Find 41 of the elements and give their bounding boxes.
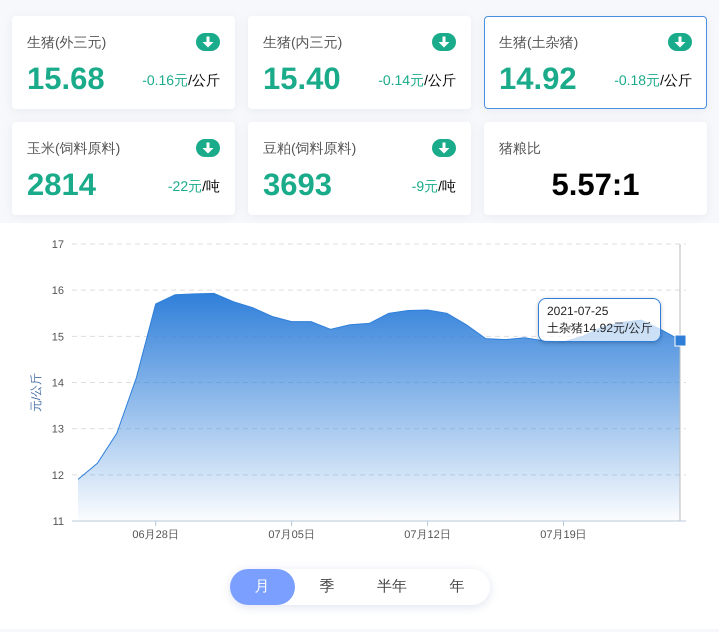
y-axis-label: 15 — [52, 331, 64, 344]
card-title: 猪粮比 — [499, 138, 541, 158]
price-change: -0.16元/公斤 — [142, 71, 220, 90]
y-axis-label: 14 — [52, 378, 64, 390]
period-tab[interactable]: 季 — [294, 569, 360, 605]
y-axis-label: 13 — [52, 424, 64, 436]
y-axis-label: 17 — [52, 239, 64, 251]
period-tab[interactable]: 年 — [424, 569, 490, 605]
y-axis-label: 12 — [52, 470, 64, 482]
x-axis-label: 06月28日 — [132, 529, 179, 541]
card-title: 生猪(外三元) — [27, 32, 106, 52]
price-card[interactable]: 生猪(内三元) 15.40 -0.14元/公斤 — [248, 16, 471, 109]
price-card[interactable]: 生猪(土杂猪) 14.92 -0.18元/公斤 — [484, 16, 707, 109]
price-card[interactable]: 生猪(外三元) 15.68 -0.16元/公斤 — [12, 16, 235, 109]
card-title: 生猪(土杂猪) — [499, 32, 578, 52]
price-card[interactable]: 玉米(饲料原料) 2814 -22元/吨 — [12, 122, 235, 215]
price-card[interactable]: 猪粮比 5.57:1 — [484, 122, 707, 215]
tooltip-date: 2021-07-25 — [547, 303, 610, 320]
tooltip-text: 土杂猪14.92元/公斤 — [547, 320, 652, 337]
y-axis-label: 16 — [52, 285, 64, 298]
period-tab[interactable]: 半年 — [360, 569, 424, 605]
x-axis-label: 07月12日 — [404, 529, 451, 541]
card-title: 生猪(内三元) — [263, 32, 342, 52]
ratio-value: 5.57:1 — [552, 166, 640, 204]
x-axis-label: 07月05日 — [268, 529, 315, 541]
price-change: -0.18元/公斤 — [614, 71, 692, 90]
price-value: 15.68 — [27, 60, 105, 98]
x-axis-label: 07月19日 — [540, 529, 587, 541]
card-title: 豆粕(饲料原料) — [263, 138, 356, 158]
data-point-marker — [674, 334, 686, 347]
card-title: 玉米(饲料原料) — [27, 138, 120, 158]
price-card[interactable]: 豆粕(饲料原料) 3693 -9元/吨 — [248, 122, 471, 215]
price-change: -22元/吨 — [168, 177, 220, 196]
price-value: 15.40 — [263, 60, 341, 98]
y-axis-title: 元/公斤 — [29, 372, 43, 412]
price-value: 2814 — [27, 166, 96, 204]
price-change: -0.14元/公斤 — [378, 71, 456, 90]
price-value: 3693 — [263, 166, 332, 204]
price-change: -9元/吨 — [412, 177, 456, 196]
y-axis-label: 11 — [52, 516, 64, 528]
price-value: 14.92 — [499, 60, 577, 98]
